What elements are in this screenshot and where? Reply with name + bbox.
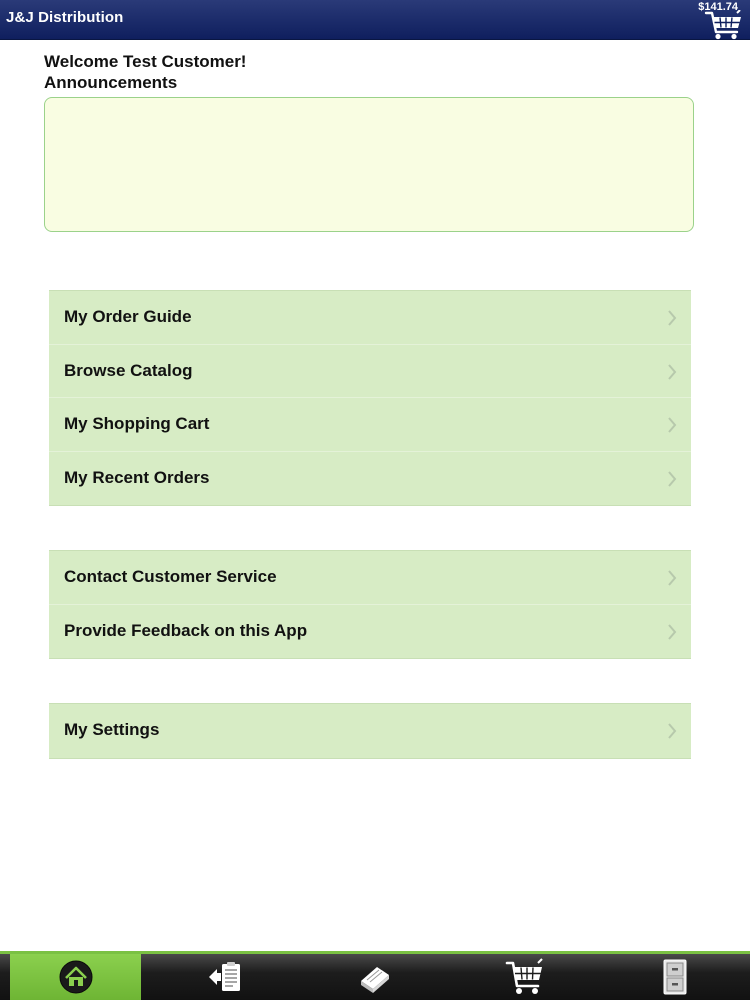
chevron-right-icon (668, 363, 677, 380)
catalog-icon (361, 967, 389, 993)
chevron-right-icon (668, 723, 677, 739)
order-guide-icon (209, 962, 240, 991)
menu-item-label: My Recent Orders (64, 467, 210, 487)
recent-orders-icon (663, 959, 687, 995)
announcements-heading: Announcements (44, 73, 178, 92)
tab-catalog[interactable] (305, 954, 445, 1000)
menu-group-main: My Order Guide Browse Catalog My Shoppin… (49, 290, 691, 506)
chevron-right-icon (668, 570, 677, 586)
menu-item-provide-feedback[interactable]: Provide Feedback on this App (49, 605, 691, 659)
menu-group-support: Contact Customer Service Provide Feedbac… (49, 550, 691, 659)
menu-item-settings[interactable]: My Settings (49, 704, 691, 758)
menu-item-browse-catalog[interactable]: Browse Catalog (49, 345, 691, 398)
bottom-tab-bar (0, 951, 750, 1000)
app-title: J&J Distribution (6, 9, 124, 26)
chevron-right-icon (668, 623, 677, 640)
top-header: J&J Distribution $141.74 (0, 0, 750, 40)
chevron-right-icon (668, 310, 677, 326)
menu-item-label: Browse Catalog (64, 360, 193, 380)
menu-item-shopping-cart[interactable]: My Shopping Cart (49, 398, 691, 452)
tab-cart[interactable] (455, 954, 595, 1000)
tab-order-guide[interactable] (155, 954, 295, 1000)
menu-group-settings: My Settings (49, 703, 691, 759)
menu-item-label: My Shopping Cart (64, 414, 210, 433)
chevron-right-icon (668, 470, 677, 487)
welcome-text: Welcome Test Customer! (44, 52, 247, 71)
cart-icon[interactable] (704, 10, 744, 40)
menu-item-order-guide[interactable]: My Order Guide (49, 291, 691, 345)
tab-home[interactable] (10, 954, 141, 1000)
menu-item-contact-service[interactable]: Contact Customer Service (49, 551, 691, 605)
cart-icon (505, 958, 543, 994)
tab-recent-orders[interactable] (605, 954, 745, 1000)
menu-item-recent-orders[interactable]: My Recent Orders (49, 452, 691, 506)
menu-item-label: My Settings (64, 720, 160, 739)
menu-item-label: My Order Guide (64, 307, 192, 326)
home-icon (59, 960, 92, 994)
menu-item-label: Provide Feedback on this App (64, 620, 308, 640)
menu-item-label: Contact Customer Service (64, 567, 277, 586)
chevron-right-icon (668, 417, 677, 433)
announcements-box (44, 97, 694, 232)
